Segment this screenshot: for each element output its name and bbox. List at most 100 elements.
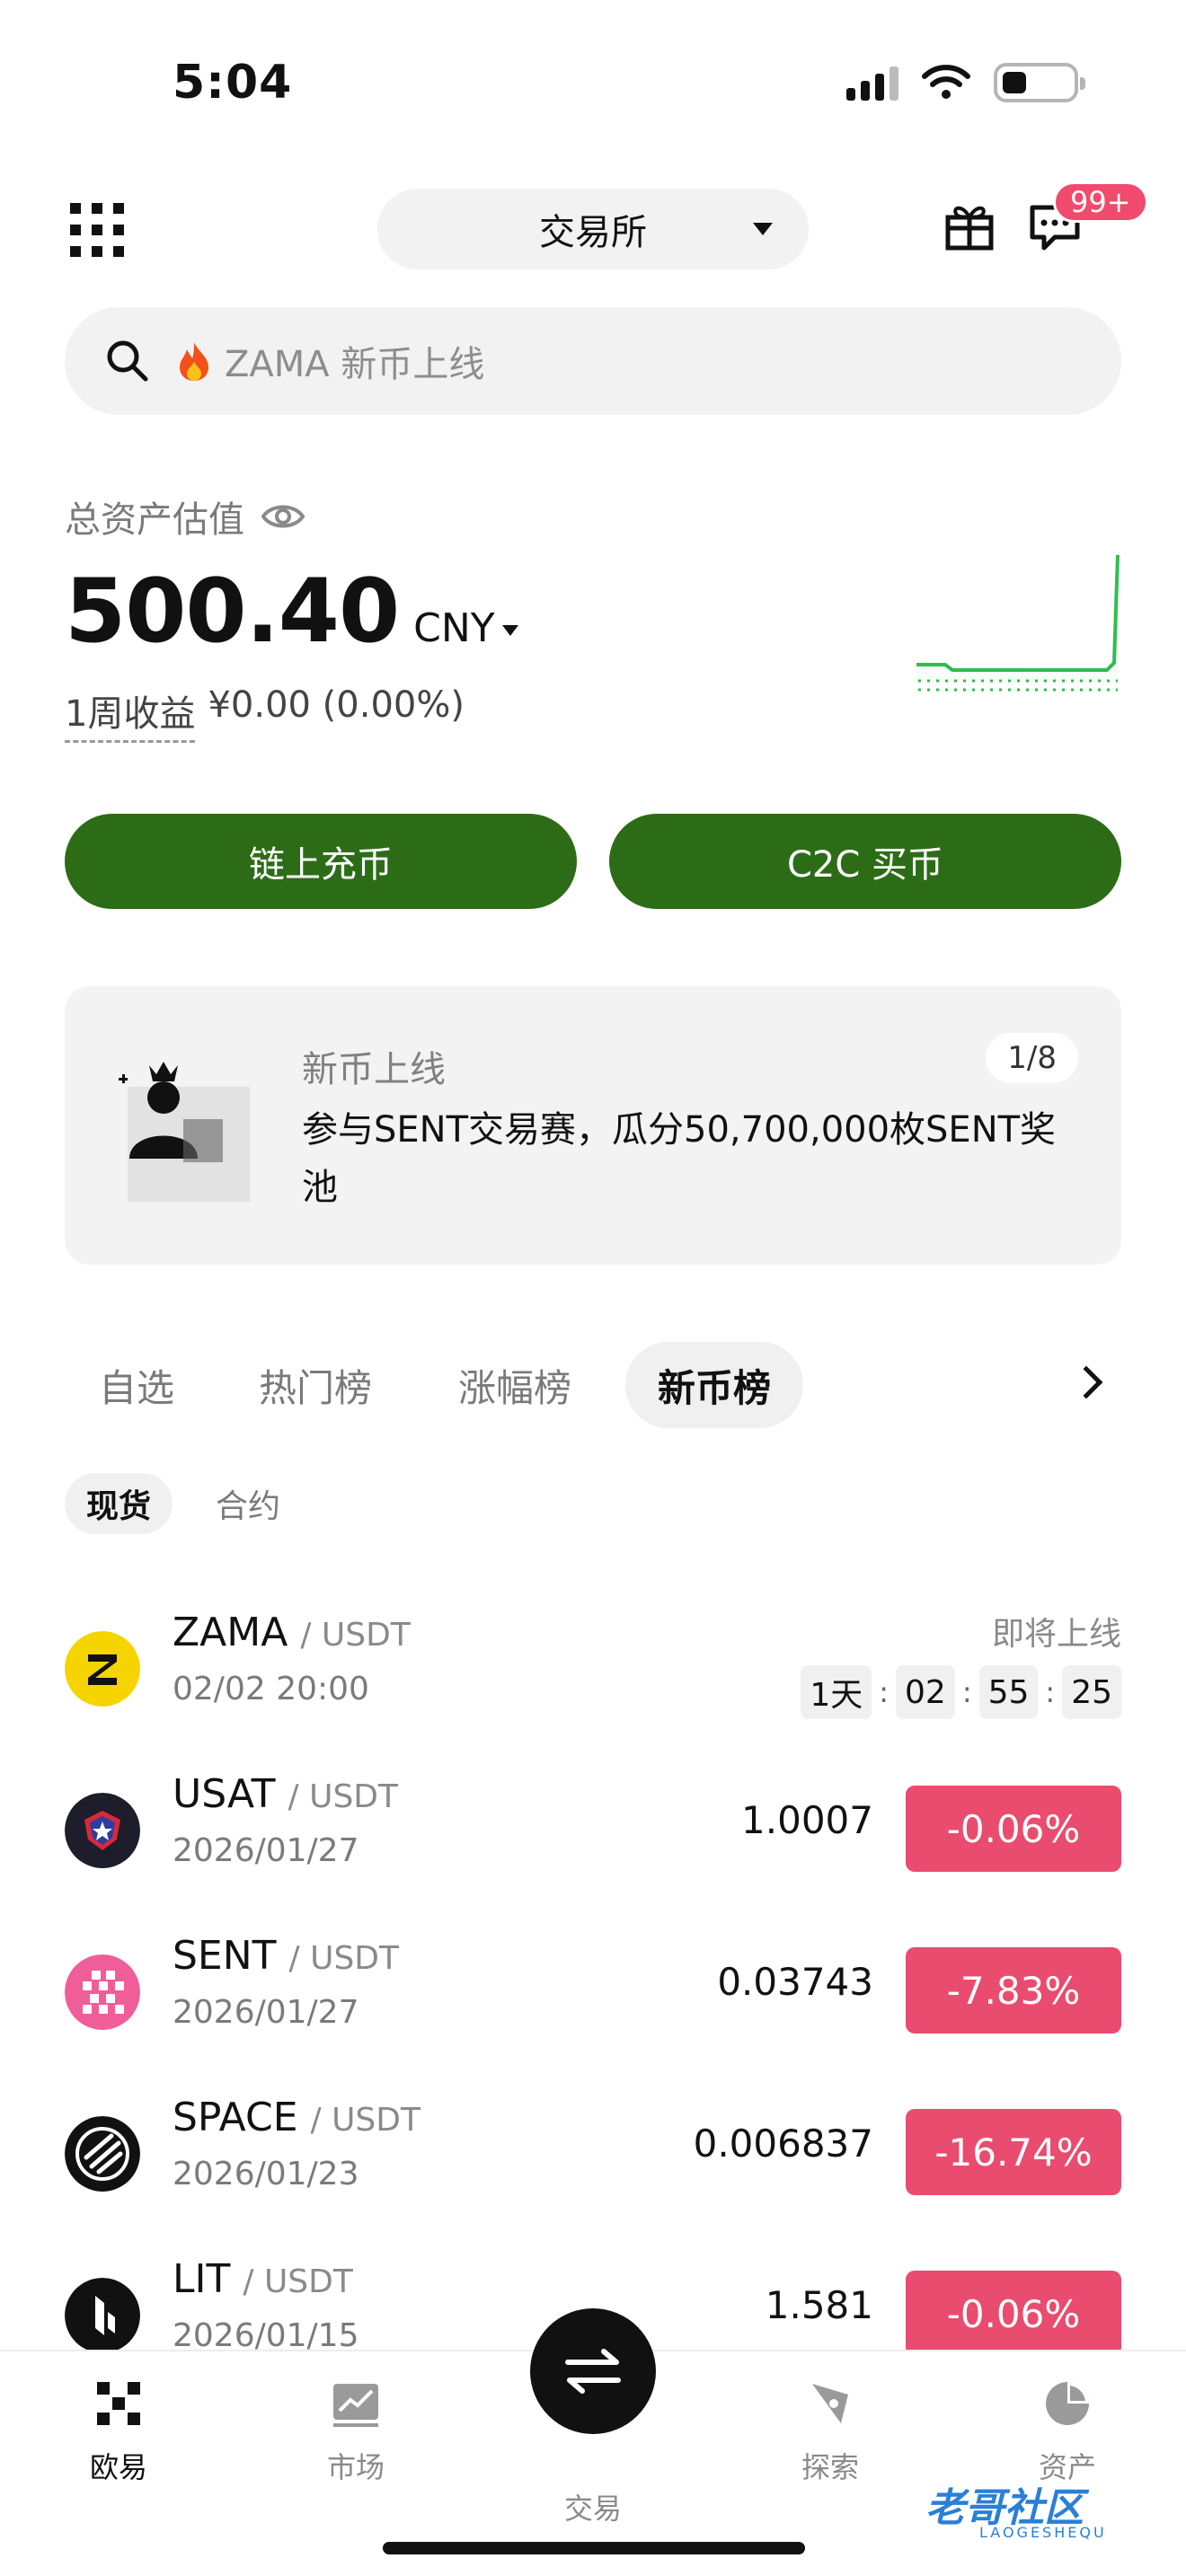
pair-name: LIT / USDT [173, 2256, 353, 2302]
listing-date: 2026/01/15 [173, 2317, 359, 2354]
quote-symbol: / USDT [243, 2263, 353, 2300]
tab-gainers[interactable]: 涨幅榜 [458, 1342, 571, 1428]
weekly-pnl: 1周收益 ¥0.00 (0.00%) [65, 684, 465, 743]
pair-name: ZAMA / USDT [173, 1610, 411, 1655]
currency-label: CNY [413, 605, 495, 651]
watermark-subtext: LAOGESHEQU [979, 2524, 1107, 2541]
last-price: 1.0007 [741, 1798, 873, 1842]
change-badge[interactable]: -0.06% [906, 1786, 1121, 1872]
total-assets-label: 总资产估值 [65, 499, 244, 541]
coin-row-zama[interactable]: ZAMA / USDT 02/02 20:00 即将上线 1天: 02: 55:… [65, 1599, 1121, 1734]
nav-home[interactable]: 欧易 [38, 2378, 199, 2486]
status-time: 5:04 [173, 56, 293, 110]
caret-down-icon [753, 223, 773, 235]
exchange-selector[interactable]: 交易所 [377, 189, 809, 269]
sent-coin-icon [65, 1954, 140, 2030]
zama-coin-icon [65, 1631, 140, 1707]
listing-date: 02/02 20:00 [173, 1671, 369, 1707]
search-icon [107, 340, 148, 382]
currency-selector[interactable]: CNY [413, 605, 518, 651]
coin-row-sent[interactable]: SENT / USDT 2026/01/27 0.03743 -7.83% [65, 1922, 1121, 2057]
eye-icon[interactable] [261, 501, 305, 532]
tab-new-listings[interactable]: 新币榜 [625, 1342, 804, 1428]
base-symbol: USAT [173, 1771, 276, 1817]
deposit-onchain-button[interactable]: 链上充币 [65, 814, 577, 909]
search-bar[interactable]: ZAMA 新币上线 [65, 307, 1121, 415]
pair-name: SPACE / USDT [173, 2095, 420, 2140]
search-placeholder: ZAMA 新币上线 [225, 344, 485, 385]
nav-home-label: 欧易 [89, 2450, 147, 2484]
last-price: 1.581 [765, 2283, 873, 2327]
swap-icon [565, 2349, 621, 2394]
pair-name: SENT / USDT [173, 1933, 399, 1979]
nav-market-label: 市场 [326, 2450, 385, 2484]
nav-explore-label: 探索 [801, 2450, 859, 2484]
grid-menu-icon[interactable] [70, 203, 124, 257]
c2c-buy-button[interactable]: C2C 买币 [609, 814, 1121, 909]
listing-date: 2026/01/27 [173, 1994, 359, 2031]
quote-symbol: / USDT [300, 1617, 411, 1654]
listing-date: 2026/01/27 [173, 1832, 359, 1869]
market-icon [333, 2384, 378, 2427]
total-assets-value: 500.40 CNY [65, 560, 518, 663]
quote-symbol: / USDT [288, 1778, 398, 1815]
home-indicator [383, 2542, 805, 2554]
exchange-label: 交易所 [539, 212, 647, 253]
cellular-signal-icon [846, 65, 898, 101]
nav-explore[interactable]: 探索 [749, 2378, 911, 2486]
promo-title: 新币上线 [302, 1049, 446, 1090]
promo-banner[interactable]: 新币上线 参与SENT交易赛，瓜分50,700,000枚SENT奖池 1/8 [65, 986, 1121, 1265]
countdown-seconds: 25 [1062, 1665, 1121, 1719]
fire-icon [180, 342, 208, 381]
change-badge[interactable]: -16.74% [906, 2109, 1121, 2195]
tab-hot[interactable]: 热门榜 [259, 1342, 372, 1428]
pair-name: USAT / USDT [173, 1771, 398, 1817]
base-symbol: SPACE [173, 2095, 298, 2140]
countdown-minutes: 55 [978, 1665, 1039, 1719]
promo-body: 参与SENT交易赛，瓜分50,700,000枚SENT奖池 [302, 1109, 1057, 1208]
quote-symbol: / USDT [288, 1940, 400, 1977]
wifi-icon [922, 65, 970, 99]
base-symbol: LIT [173, 2256, 231, 2302]
usat-coin-icon [65, 1793, 140, 1868]
chevron-right-icon[interactable] [1069, 1365, 1103, 1399]
okx-logo-icon [97, 2382, 140, 2425]
explore-icon [812, 2384, 848, 2423]
listing-countdown: 1天: 02: 55: 25 [801, 1665, 1121, 1719]
nav-assets[interactable]: 资产 [987, 2378, 1148, 2486]
subtab-spot[interactable]: 现货 [65, 1473, 173, 1534]
new-listing-illustration [119, 1062, 250, 1202]
status-icons [846, 63, 1085, 102]
asset-amount: 500.40 [65, 560, 400, 663]
countdown-days: 1天 [801, 1665, 872, 1719]
gift-icon[interactable] [943, 199, 996, 251]
assets-pie-icon [1046, 2382, 1089, 2425]
change-badge[interactable]: -0.06% [906, 2271, 1121, 2357]
last-price: 0.03743 [717, 1960, 873, 2004]
listing-date: 2026/01/23 [173, 2156, 359, 2192]
asset-sparkline [916, 554, 1120, 692]
change-badge[interactable]: -7.83% [906, 1947, 1121, 2033]
coin-row-usat[interactable]: USAT / USDT 2026/01/27 1.0007 -0.06% [65, 1760, 1121, 1895]
nav-trade-label: 交易 [563, 2492, 622, 2526]
app-screen: 5:04 交易所 99+ ZAMA 新币上线 总资产估值 500.40 CNY … [0, 0, 1186, 2576]
lit-coin-icon [65, 2278, 140, 2353]
caret-down-icon [501, 625, 518, 636]
weekly-pnl-value: ¥0.00 (0.00%) [208, 684, 465, 726]
countdown-hours: 02 [896, 1665, 955, 1719]
space-coin-icon [65, 2116, 140, 2192]
base-symbol: SENT [173, 1933, 277, 1979]
base-symbol: ZAMA [173, 1610, 288, 1655]
weekly-pnl-label[interactable]: 1周收益 [65, 684, 196, 743]
asset-label-row: 总资产估值 [65, 490, 305, 543]
trade-button[interactable] [530, 2308, 656, 2434]
nav-trade[interactable]: 交易 [512, 2486, 674, 2527]
coin-row-space[interactable]: SPACE / USDT 2026/01/23 0.006837 -16.74% [65, 2084, 1121, 2219]
last-price: 0.006837 [693, 2122, 873, 2166]
promo-pager: 1/8 [986, 1033, 1078, 1083]
battery-icon [994, 63, 1085, 102]
message-badge: 99+ [1053, 181, 1148, 223]
subtab-futures[interactable]: 合约 [216, 1473, 280, 1534]
tab-watchlist[interactable]: 自选 [99, 1342, 174, 1428]
nav-market[interactable]: 市场 [275, 2378, 437, 2486]
